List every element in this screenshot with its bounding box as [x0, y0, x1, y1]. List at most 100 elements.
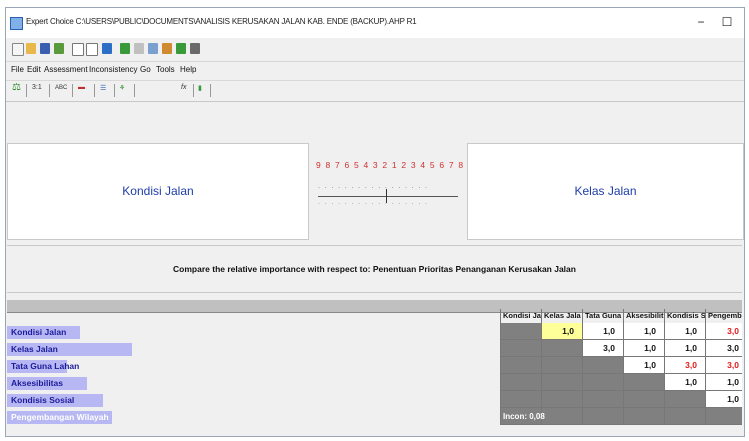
col-header-aksesibilitas[interactable]: Aksesibilit	[623, 309, 664, 323]
col-header-kelas-jalan[interactable]: Kelas Jala	[541, 309, 582, 323]
matrix-cell[interactable]: 1,0	[664, 374, 705, 391]
matrix-cell	[582, 374, 623, 391]
matrix-cell[interactable]: 3,0	[582, 340, 623, 357]
menu-go[interactable]: Go	[140, 65, 151, 74]
left-element-pane: Kondisi Jalan	[7, 143, 309, 240]
inconsistency-ratio: Incon: 0,08	[503, 412, 545, 421]
right-element-label: Kelas Jalan	[574, 184, 637, 198]
comparison-prompt-panel: Compare the relative importance with res…	[7, 245, 742, 293]
matrix-cell	[500, 391, 541, 408]
matrix-cell	[623, 391, 664, 408]
matrix-cell	[541, 340, 582, 357]
person-icon[interactable]	[162, 43, 172, 54]
separator	[210, 84, 211, 97]
row-label-kondisis-sosial[interactable]: Kondisis Sosial	[9, 394, 74, 407]
comparison-prompt: Compare the relative importance with res…	[173, 264, 576, 274]
matrix-cell[interactable]: 3,0	[664, 357, 705, 374]
matrix-cell	[582, 408, 623, 425]
matrix-cell[interactable]: 3,0	[705, 357, 742, 374]
tree-icon[interactable]	[102, 43, 112, 54]
separator	[134, 84, 135, 97]
scale-icon[interactable]	[134, 43, 144, 54]
row-label-kondisi-jalan[interactable]: Kondisi Jalan	[9, 326, 66, 339]
questionnaire-mode-icon[interactable]: ☰	[100, 84, 106, 92]
open-folder-icon[interactable]	[26, 43, 36, 54]
row-label-aksesibilitas[interactable]: Aksesibilitas	[9, 377, 63, 390]
flag-icon[interactable]	[176, 43, 186, 54]
comparison-toolbar: ⚖ 3:1 ABC ▬ ☰ ⚘ fx ▮	[6, 81, 744, 102]
minimize-button[interactable]: −	[690, 13, 712, 31]
matrix-cell	[541, 391, 582, 408]
col-header-tata-guna[interactable]: Tata Guna	[582, 309, 623, 323]
matrix-cell	[664, 391, 705, 408]
matrix-cell	[500, 323, 541, 340]
matrix-cell	[500, 357, 541, 374]
matrix-cell[interactable]: 1,0	[664, 323, 705, 340]
save-icon[interactable]	[40, 43, 50, 54]
row-label-tata-guna-lahan[interactable]: Tata Guna Lahan	[9, 360, 79, 373]
menu-inconsistency[interactable]: Inconsistency	[89, 65, 137, 74]
menu-file[interactable]: File	[11, 65, 24, 74]
matrix-cell	[500, 340, 541, 357]
matrix-cell	[541, 374, 582, 391]
title-bar: Expert Choice C:\USERS\PUBLIC\DOCUMENTS\…	[6, 8, 744, 38]
matrix-cell[interactable]: 1,0	[623, 357, 664, 374]
menu-assessment[interactable]: Assessment	[44, 65, 88, 74]
matrix-cell	[623, 374, 664, 391]
matrix-cell	[623, 408, 664, 425]
row-label-pengembangan-wilayah[interactable]: Pengembangan Wilayah	[9, 411, 109, 424]
maximize-button[interactable]: ☐	[716, 13, 738, 31]
main-toolbar	[6, 39, 744, 62]
col-header-pengembangan[interactable]: Pengemba	[705, 309, 742, 323]
matrix-cell[interactable]: 1,0	[705, 374, 742, 391]
matrix-cell	[541, 408, 582, 425]
left-element-label: Kondisi Jalan	[122, 184, 194, 198]
menu-bar: File Edit Assessment Inconsistency Go To…	[6, 62, 744, 81]
matrix-cell[interactable]: 1,0	[664, 340, 705, 357]
window-title: Expert Choice C:\USERS\PUBLIC\DOCUMENTS\…	[26, 17, 417, 26]
separator	[94, 84, 95, 97]
scale-dots-top: . . . . . . . . . . . . . . . . .	[318, 183, 429, 190]
separator	[114, 84, 115, 97]
gear-icon[interactable]	[148, 43, 158, 54]
row-label-kelas-jalan[interactable]: Kelas Jalan	[9, 343, 58, 356]
col-header-kondisi-jalan[interactable]: Kondisi Jal	[500, 309, 541, 323]
comparison-scale-numbers[interactable]: 9 8 7 6 5 4 3 2 1 2 3 4 5 6 7 8 9	[316, 160, 473, 170]
matrix-cell	[582, 391, 623, 408]
right-element-pane: Kelas Jalan	[467, 143, 744, 240]
expert-choice-window: Expert Choice C:\USERS\PUBLIC\DOCUMENTS\…	[5, 7, 745, 437]
preview-icon[interactable]	[86, 43, 98, 56]
verbal-mode-button[interactable]: ABC	[55, 85, 67, 91]
menu-tools[interactable]: Tools	[156, 65, 175, 74]
matrix-cell	[541, 357, 582, 374]
print-icon[interactable]	[72, 43, 84, 56]
matrix-cell[interactable]: 1,0	[623, 323, 664, 340]
numerical-mode-icon[interactable]: ⚖	[12, 82, 21, 93]
matrix-cell[interactable]: 1,0	[582, 323, 623, 340]
separator	[26, 84, 27, 97]
new-file-icon[interactable]	[12, 43, 24, 56]
matrix-cell[interactable]: 3,0	[705, 340, 742, 357]
matrix-cell	[705, 408, 742, 425]
check-icon[interactable]	[54, 43, 64, 54]
ratio-mode-button[interactable]: 3:1	[32, 84, 42, 91]
bar-chart-icon[interactable]: ▮	[198, 84, 202, 92]
green-bar-icon[interactable]	[120, 43, 130, 54]
tree-view-icon[interactable]: ⚘	[119, 84, 125, 92]
menu-help[interactable]: Help	[180, 65, 196, 74]
separator	[72, 84, 73, 97]
scale-dots-bottom: . . . . . . . . . . . . . . . . .	[318, 199, 429, 206]
comparison-slider-track[interactable]	[318, 196, 458, 197]
arrow-icon[interactable]	[190, 43, 200, 54]
formula-button[interactable]: fx	[181, 84, 186, 91]
matrix-cell	[582, 357, 623, 374]
matrix-cell-selected[interactable]: 1,0	[541, 323, 582, 340]
separator	[193, 84, 194, 97]
menu-edit[interactable]: Edit	[27, 65, 41, 74]
matrix-cell[interactable]: 1,0	[705, 391, 742, 408]
separator	[49, 84, 50, 97]
matrix-cell[interactable]: 3,0	[705, 323, 742, 340]
graphical-mode-icon[interactable]: ▬	[78, 84, 85, 91]
matrix-cell[interactable]: 1,0	[623, 340, 664, 357]
col-header-kondisis-sosial[interactable]: Kondisis S	[664, 309, 705, 323]
